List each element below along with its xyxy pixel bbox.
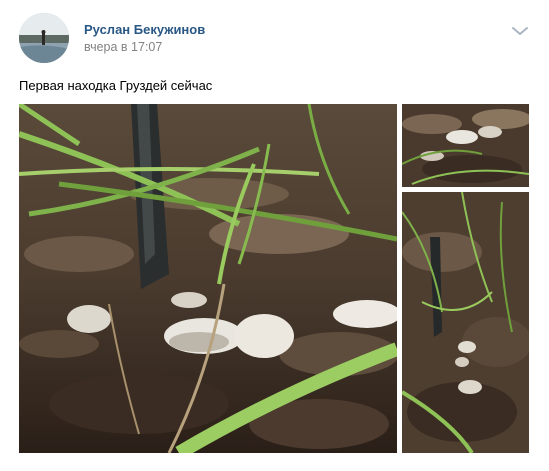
post-date[interactable]: вчера в 17:07: [84, 40, 162, 54]
top-right-photo[interactable]: [402, 104, 529, 187]
bottom-right-photo[interactable]: [402, 192, 529, 453]
avatar[interactable]: [19, 13, 69, 63]
main-photo[interactable]: [19, 104, 397, 453]
post-header: Руслан Бекужинов вчера в 17:07: [0, 0, 549, 70]
chevron-down-icon[interactable]: [510, 24, 530, 38]
post-text: Первая находка Груздей сейчас: [19, 78, 213, 93]
author-name[interactable]: Руслан Бекужинов: [84, 22, 205, 37]
